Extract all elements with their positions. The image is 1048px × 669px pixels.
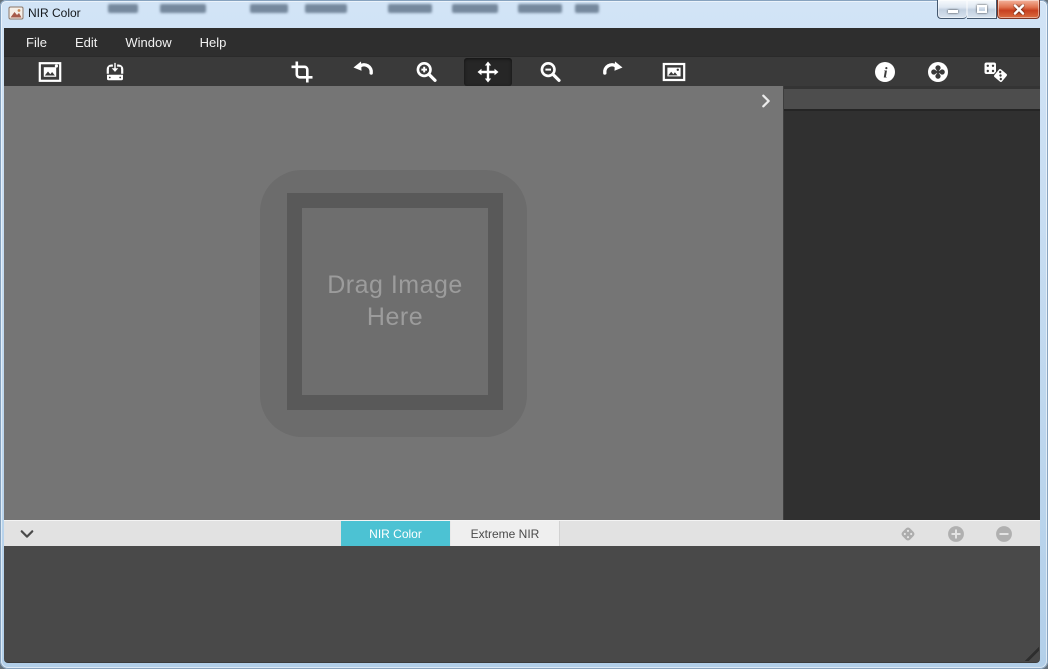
dropzone-label: Drag Image Here xyxy=(327,270,463,333)
background-blur-fragment xyxy=(388,4,432,13)
window-title: NIR Color xyxy=(28,0,81,26)
maximize-button[interactable] xyxy=(967,0,997,19)
image-canvas[interactable]: Drag Image Here xyxy=(4,86,783,520)
menu-window[interactable]: Window xyxy=(111,28,185,56)
tab-nir-color[interactable]: NIR Color xyxy=(341,521,450,547)
resize-grip[interactable] xyxy=(1023,645,1039,661)
background-blur-fragment xyxy=(305,4,347,13)
pan-icon xyxy=(476,60,500,84)
preset-actions xyxy=(898,524,1014,544)
background-blur-fragment xyxy=(518,4,562,13)
open-image-button[interactable] xyxy=(26,58,74,86)
random-dice-icon xyxy=(983,60,1009,84)
remove-preset-button[interactable] xyxy=(994,524,1014,544)
app-icon xyxy=(8,5,24,21)
add-icon xyxy=(946,524,966,544)
effects-button[interactable] xyxy=(914,58,962,86)
titlebar[interactable]: NIR Color xyxy=(0,0,1048,28)
zoom-out-icon xyxy=(538,60,562,84)
minimize-button[interactable] xyxy=(937,0,967,19)
crop-button[interactable] xyxy=(278,58,326,86)
image-dropzone[interactable]: Drag Image Here xyxy=(260,170,527,437)
menubar: File Edit Window Help xyxy=(4,28,1040,56)
minimize-icon xyxy=(948,10,958,13)
rotate-cw-button[interactable] xyxy=(588,58,636,86)
pan-tool-button[interactable] xyxy=(464,58,512,86)
menu-edit[interactable]: Edit xyxy=(61,28,111,56)
rotate-cw-icon xyxy=(600,60,624,84)
filter-tabs: NIR Color Extreme NIR xyxy=(341,521,560,547)
close-button[interactable] xyxy=(997,0,1040,19)
adjustments-panel xyxy=(783,86,1040,520)
maximize-icon xyxy=(977,5,987,13)
zoom-in-icon xyxy=(414,60,438,84)
application-window: NIR Color File Edit Window Help xyxy=(0,0,1048,669)
rotate-ccw-button[interactable] xyxy=(340,58,388,86)
import-image-button[interactable] xyxy=(91,58,139,86)
chevron-right-icon xyxy=(758,93,774,109)
rotate-ccw-icon xyxy=(352,60,376,84)
toolbar: i xyxy=(4,56,1040,86)
chevron-down-icon xyxy=(18,525,36,543)
menu-file[interactable]: File xyxy=(12,28,61,56)
window-controls xyxy=(937,0,1040,19)
close-icon xyxy=(1013,4,1025,15)
randomize-button[interactable] xyxy=(972,58,1020,86)
background-blur-fragment xyxy=(452,4,498,13)
menu-help[interactable]: Help xyxy=(186,28,241,56)
randomize-preset-button[interactable] xyxy=(898,524,918,544)
presets-panel xyxy=(4,546,1040,663)
filter-tabbar: NIR Color Extreme NIR xyxy=(4,520,1040,546)
zoom-in-button[interactable] xyxy=(402,58,450,86)
collapse-panel-button[interactable] xyxy=(18,525,36,543)
main-content: Drag Image Here xyxy=(4,86,1040,520)
zoom-out-button[interactable] xyxy=(526,58,574,86)
tab-extreme-nir[interactable]: Extreme NIR xyxy=(450,521,560,547)
remove-icon xyxy=(994,524,1014,544)
import-image-icon xyxy=(103,60,127,84)
add-preset-button[interactable] xyxy=(946,524,966,544)
background-blur-fragment xyxy=(250,4,288,13)
panel-expand-button[interactable] xyxy=(758,93,774,109)
background-blur-fragment xyxy=(575,4,599,13)
info-icon: i xyxy=(873,60,897,84)
background-blur-fragment xyxy=(160,4,206,13)
image-adjust-icon xyxy=(662,60,686,84)
background-blur-fragment xyxy=(108,4,138,13)
dropzone-inner-frame: Drag Image Here xyxy=(287,193,503,410)
crop-icon xyxy=(290,60,314,84)
random-dice-icon xyxy=(898,524,918,544)
effects-flower-icon xyxy=(926,60,950,84)
image-adjust-button[interactable] xyxy=(650,58,698,86)
open-image-icon xyxy=(38,60,62,84)
panel-header xyxy=(784,86,1040,111)
info-button[interactable]: i xyxy=(861,58,909,86)
